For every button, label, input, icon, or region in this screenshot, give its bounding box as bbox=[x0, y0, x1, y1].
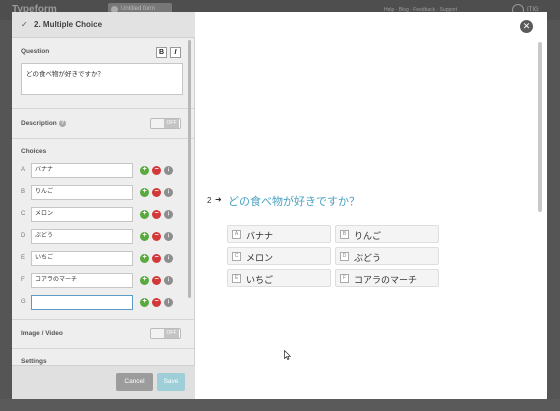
preview-choice[interactable]: A バナナ bbox=[227, 225, 331, 243]
choice-letter: F bbox=[21, 277, 25, 283]
choice-input[interactable]: メロン bbox=[31, 207, 133, 222]
choices-label: Choices bbox=[21, 148, 47, 155]
choice-letter: B bbox=[21, 189, 26, 195]
add-choice-icon[interactable]: + bbox=[140, 276, 149, 285]
preview-choice[interactable]: D ぶどう bbox=[335, 247, 439, 265]
drag-handle-icon[interactable]: ⋮ bbox=[164, 298, 173, 307]
preview-choice[interactable]: C メロン bbox=[227, 247, 331, 265]
choice-letter: A bbox=[21, 167, 26, 173]
editor-scrollbar[interactable] bbox=[188, 40, 191, 298]
arrow-icon: ➜ bbox=[215, 195, 222, 204]
choice-letter: G bbox=[21, 299, 26, 305]
italic-button[interactable]: I bbox=[170, 47, 181, 58]
remove-choice-icon[interactable]: − bbox=[152, 166, 161, 175]
drag-handle-icon[interactable]: ⋮ bbox=[164, 254, 173, 263]
info-icon[interactable]: ? bbox=[59, 120, 66, 127]
divider bbox=[12, 319, 195, 320]
choice-row: F コアラのマーチ + − ⋮ bbox=[12, 273, 195, 289]
remove-choice-icon[interactable]: − bbox=[152, 276, 161, 285]
add-choice-icon[interactable]: + bbox=[140, 166, 149, 175]
backdrop-bottom bbox=[0, 399, 560, 411]
divider bbox=[12, 108, 195, 109]
choice-row: A バナナ + − ⋮ bbox=[12, 163, 195, 179]
drag-handle-icon[interactable]: ⋮ bbox=[164, 166, 173, 175]
choice-key: C bbox=[232, 252, 241, 261]
choice-input[interactable]: コアラのマーチ bbox=[31, 273, 133, 288]
backdrop-right bbox=[547, 20, 560, 411]
image-video-label: Image / Video bbox=[21, 330, 63, 337]
preview-choice[interactable]: F コアラのマーチ bbox=[335, 269, 439, 287]
choice-label: ぶどう bbox=[354, 253, 382, 263]
toggle-knob bbox=[151, 329, 165, 338]
choice-key: B bbox=[340, 230, 349, 239]
editor-footer: Cancel Save bbox=[12, 365, 195, 399]
toggle-state: OFF bbox=[164, 119, 179, 128]
settings-label: Settings bbox=[21, 358, 47, 365]
check-icon: ✓ bbox=[21, 20, 28, 29]
preview-choice[interactable]: B りんご bbox=[335, 225, 439, 243]
remove-choice-icon[interactable]: − bbox=[152, 254, 161, 263]
toggle-state: OFF bbox=[164, 329, 179, 338]
preview-choice[interactable]: E いちご bbox=[227, 269, 331, 287]
question-type-title: 2. Multiple Choice bbox=[34, 20, 103, 29]
add-choice-icon[interactable]: + bbox=[140, 232, 149, 241]
choice-label: コアラのマーチ bbox=[354, 275, 418, 285]
choice-row: D ぶどう + − ⋮ bbox=[12, 229, 195, 245]
question-editor-panel: ✓ 2. Multiple Choice Question B I どの食べ物が… bbox=[12, 12, 195, 399]
choice-key: F bbox=[340, 274, 349, 283]
bold-button[interactable]: B bbox=[156, 47, 167, 58]
choice-row: G + − ⋮ bbox=[12, 295, 195, 311]
choice-label: バナナ bbox=[246, 231, 274, 241]
choice-input[interactable] bbox=[31, 295, 133, 310]
divider bbox=[12, 348, 195, 349]
choice-label: りんご bbox=[354, 231, 382, 241]
add-choice-icon[interactable]: + bbox=[140, 210, 149, 219]
remove-choice-icon[interactable]: − bbox=[152, 298, 161, 307]
toggle-knob bbox=[151, 119, 165, 128]
choice-label: いちご bbox=[246, 275, 274, 285]
preview-question-text: どの食べ物が好きですか？ bbox=[228, 196, 360, 208]
choice-row: E いちご + − ⋮ bbox=[12, 251, 195, 267]
remove-choice-icon[interactable]: − bbox=[152, 232, 161, 241]
preview-question-number: 2 bbox=[207, 196, 212, 205]
preview-scrollbar[interactable] bbox=[538, 42, 542, 212]
question-editor-modal: ✓ 2. Multiple Choice Question B I どの食べ物が… bbox=[12, 12, 547, 399]
choice-input[interactable]: いちご bbox=[31, 251, 133, 266]
choice-row: B りんご + − ⋮ bbox=[12, 185, 195, 201]
choice-row: C メロン + − ⋮ bbox=[12, 207, 195, 223]
drag-handle-icon[interactable]: ⋮ bbox=[164, 210, 173, 219]
choice-key: D bbox=[340, 252, 349, 261]
description-label: Description bbox=[21, 120, 57, 127]
remove-choice-icon[interactable]: − bbox=[152, 210, 161, 219]
question-text-input[interactable]: どの食べ物が好きですか？ bbox=[21, 63, 183, 95]
add-choice-icon[interactable]: + bbox=[140, 188, 149, 197]
choice-letter: D bbox=[21, 233, 26, 239]
choice-input[interactable]: りんご bbox=[31, 185, 133, 200]
drag-handle-icon[interactable]: ⋮ bbox=[164, 276, 173, 285]
mouse-cursor-icon bbox=[284, 350, 291, 360]
choice-letter: E bbox=[21, 255, 26, 261]
choice-input[interactable]: バナナ bbox=[31, 163, 133, 178]
choice-key: A bbox=[232, 230, 241, 239]
backdrop-left bbox=[0, 20, 12, 411]
close-icon[interactable]: ✕ bbox=[520, 20, 533, 33]
editor-header: ✓ 2. Multiple Choice bbox=[12, 12, 195, 38]
cancel-button[interactable]: Cancel bbox=[116, 373, 153, 391]
add-choice-icon[interactable]: + bbox=[140, 298, 149, 307]
save-button[interactable]: Save bbox=[157, 373, 185, 391]
image-video-toggle[interactable]: OFF bbox=[150, 328, 181, 339]
choice-label: メロン bbox=[246, 253, 274, 263]
question-label: Question bbox=[21, 48, 50, 55]
drag-handle-icon[interactable]: ⋮ bbox=[164, 232, 173, 241]
description-toggle[interactable]: OFF bbox=[150, 118, 181, 129]
add-choice-icon[interactable]: + bbox=[140, 254, 149, 263]
remove-choice-icon[interactable]: − bbox=[152, 188, 161, 197]
choice-key: E bbox=[232, 274, 241, 283]
choice-input[interactable]: ぶどう bbox=[31, 229, 133, 244]
choice-letter: C bbox=[21, 211, 26, 217]
divider bbox=[12, 138, 195, 139]
drag-handle-icon[interactable]: ⋮ bbox=[164, 188, 173, 197]
